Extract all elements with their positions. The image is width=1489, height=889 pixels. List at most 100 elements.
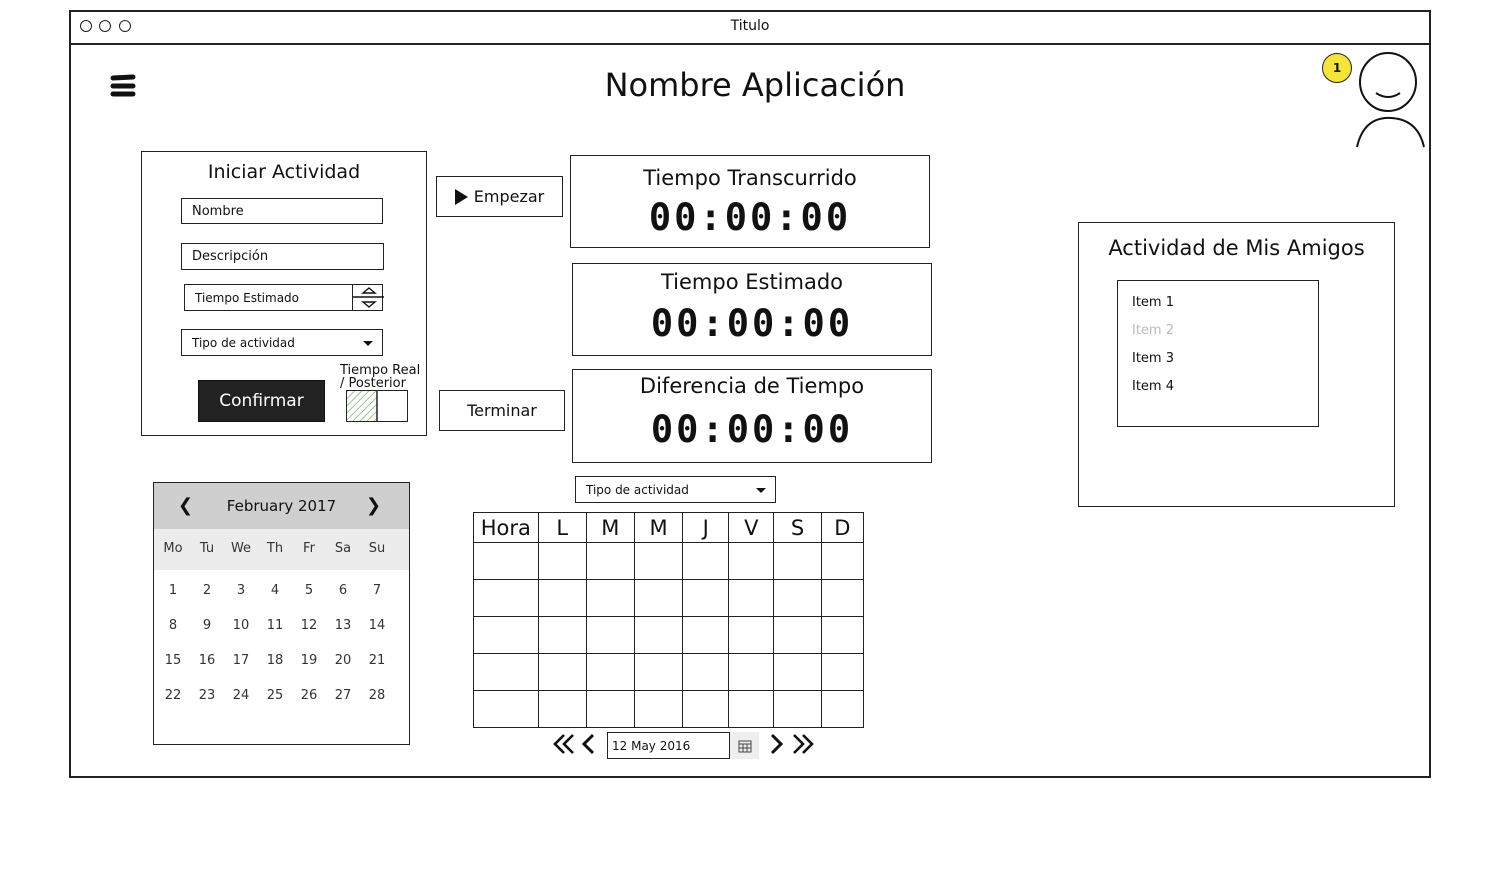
next-month-icon[interactable]: ❯ xyxy=(366,495,381,516)
description-input[interactable]: Descripción xyxy=(181,243,384,270)
calendar-day[interactable]: 1 xyxy=(156,583,190,598)
hamburger-menu-icon[interactable] xyxy=(108,72,138,100)
calendar-day[interactable]: 22 xyxy=(156,688,190,703)
stepper-arrows-icon[interactable] xyxy=(352,284,384,311)
calendar-day[interactable]: 17 xyxy=(224,653,258,668)
window-control-minimize-icon[interactable] xyxy=(99,20,111,32)
table-cell[interactable] xyxy=(773,542,822,580)
table-cell[interactable] xyxy=(682,542,730,580)
table-cell[interactable] xyxy=(585,579,635,617)
window-control-close-icon[interactable] xyxy=(80,20,92,32)
table-cell[interactable] xyxy=(773,690,822,728)
table-cell[interactable] xyxy=(820,542,865,580)
calendar-day[interactable]: 26 xyxy=(292,688,326,703)
table-cell[interactable] xyxy=(473,690,539,728)
table-cell[interactable] xyxy=(820,653,865,691)
calendar-day[interactable]: 16 xyxy=(190,653,224,668)
table-cell[interactable] xyxy=(537,653,587,691)
table-cell[interactable] xyxy=(537,616,587,654)
first-page-icon[interactable] xyxy=(552,732,576,756)
calendar-day[interactable]: 5 xyxy=(292,583,326,598)
calendar-day[interactable]: 6 xyxy=(326,583,360,598)
calendar-day[interactable]: 24 xyxy=(224,688,258,703)
calendar-day[interactable]: 9 xyxy=(190,618,224,633)
list-item[interactable]: Item 4 xyxy=(1118,373,1318,401)
previous-page-icon[interactable] xyxy=(578,732,598,756)
table-cell[interactable] xyxy=(820,690,865,728)
calendar-day[interactable]: 25 xyxy=(258,688,292,703)
stop-button[interactable]: Terminar xyxy=(439,390,565,431)
calendar-day[interactable]: 11 xyxy=(258,618,292,633)
table-cell[interactable] xyxy=(820,616,865,654)
table-cell[interactable] xyxy=(820,579,865,617)
start-button[interactable]: Empezar xyxy=(436,176,563,217)
last-page-icon[interactable] xyxy=(791,732,815,756)
calendar-day[interactable]: 14 xyxy=(360,618,394,633)
confirm-button[interactable]: Confirmar xyxy=(198,380,325,422)
table-cell[interactable] xyxy=(537,579,587,617)
list-item[interactable]: Item 1 xyxy=(1118,289,1318,317)
calendar-day[interactable]: 2 xyxy=(190,583,224,598)
calendar-day[interactable]: 18 xyxy=(258,653,292,668)
calendar-day[interactable]: 8 xyxy=(156,618,190,633)
calendar-day[interactable]: 23 xyxy=(190,688,224,703)
name-input[interactable]: Nombre xyxy=(181,198,383,224)
table-row xyxy=(473,542,865,580)
table-cell[interactable] xyxy=(633,616,684,654)
table-cell[interactable] xyxy=(773,616,822,654)
chevron-down-icon xyxy=(363,341,373,346)
column-header-l: L xyxy=(537,512,587,543)
table-cell[interactable] xyxy=(473,579,539,617)
calendar-day[interactable]: 7 xyxy=(360,583,394,598)
table-cell[interactable] xyxy=(537,542,587,580)
calendar-day[interactable]: 4 xyxy=(258,583,292,598)
table-cell[interactable] xyxy=(682,616,730,654)
table-cell[interactable] xyxy=(537,690,587,728)
table-cell[interactable] xyxy=(473,542,539,580)
calendar-day[interactable]: 19 xyxy=(292,653,326,668)
table-cell[interactable] xyxy=(633,690,684,728)
prev-month-icon[interactable]: ❮ xyxy=(178,495,193,516)
notification-badge[interactable]: 1 xyxy=(1322,53,1352,83)
list-item[interactable]: Item 3 xyxy=(1118,345,1318,373)
table-cell[interactable] xyxy=(728,653,775,691)
panel-title: Iniciar Actividad xyxy=(207,161,361,183)
table-cell[interactable] xyxy=(682,579,730,617)
calendar-day[interactable]: 20 xyxy=(326,653,360,668)
column-header-hora: Hora xyxy=(473,512,539,543)
next-page-icon[interactable] xyxy=(767,732,787,756)
table-cell[interactable] xyxy=(633,542,684,580)
table-cell[interactable] xyxy=(473,616,539,654)
calendar-day[interactable]: 27 xyxy=(326,688,360,703)
calendar-day[interactable]: 3 xyxy=(224,583,258,598)
table-cell[interactable] xyxy=(773,579,822,617)
table-cell[interactable] xyxy=(773,653,822,691)
table-cell[interactable] xyxy=(682,690,730,728)
table-cell[interactable] xyxy=(585,653,635,691)
activity-type-select[interactable]: Tipo de actividad xyxy=(181,329,383,356)
user-avatar-icon[interactable] xyxy=(1352,50,1430,150)
realtime-toggle[interactable] xyxy=(346,390,408,422)
table-cell[interactable] xyxy=(633,579,684,617)
table-cell[interactable] xyxy=(633,653,684,691)
calendar-day[interactable]: 12 xyxy=(292,618,326,633)
calendar-day[interactable]: 21 xyxy=(360,653,394,668)
table-cell[interactable] xyxy=(585,542,635,580)
table-cell[interactable] xyxy=(728,579,775,617)
table-cell[interactable] xyxy=(682,653,730,691)
table-cell[interactable] xyxy=(585,690,635,728)
calendar-day[interactable]: 15 xyxy=(156,653,190,668)
calendar-day[interactable]: 28 xyxy=(360,688,394,703)
timer-title: Diferencia de Tiempo xyxy=(639,374,865,398)
calendar-icon[interactable] xyxy=(729,732,759,759)
table-cell[interactable] xyxy=(473,653,539,691)
schedule-activity-type-select[interactable]: Tipo de actividad xyxy=(575,476,776,503)
table-cell[interactable] xyxy=(728,690,775,728)
calendar-day[interactable]: 13 xyxy=(326,618,360,633)
table-cell[interactable] xyxy=(585,616,635,654)
table-cell[interactable] xyxy=(728,616,775,654)
friends-panel-title: Actividad de Mis Amigos xyxy=(1108,236,1365,260)
window-control-maximize-icon[interactable] xyxy=(119,20,131,32)
table-cell[interactable] xyxy=(728,542,775,580)
calendar-day[interactable]: 10 xyxy=(224,618,258,633)
